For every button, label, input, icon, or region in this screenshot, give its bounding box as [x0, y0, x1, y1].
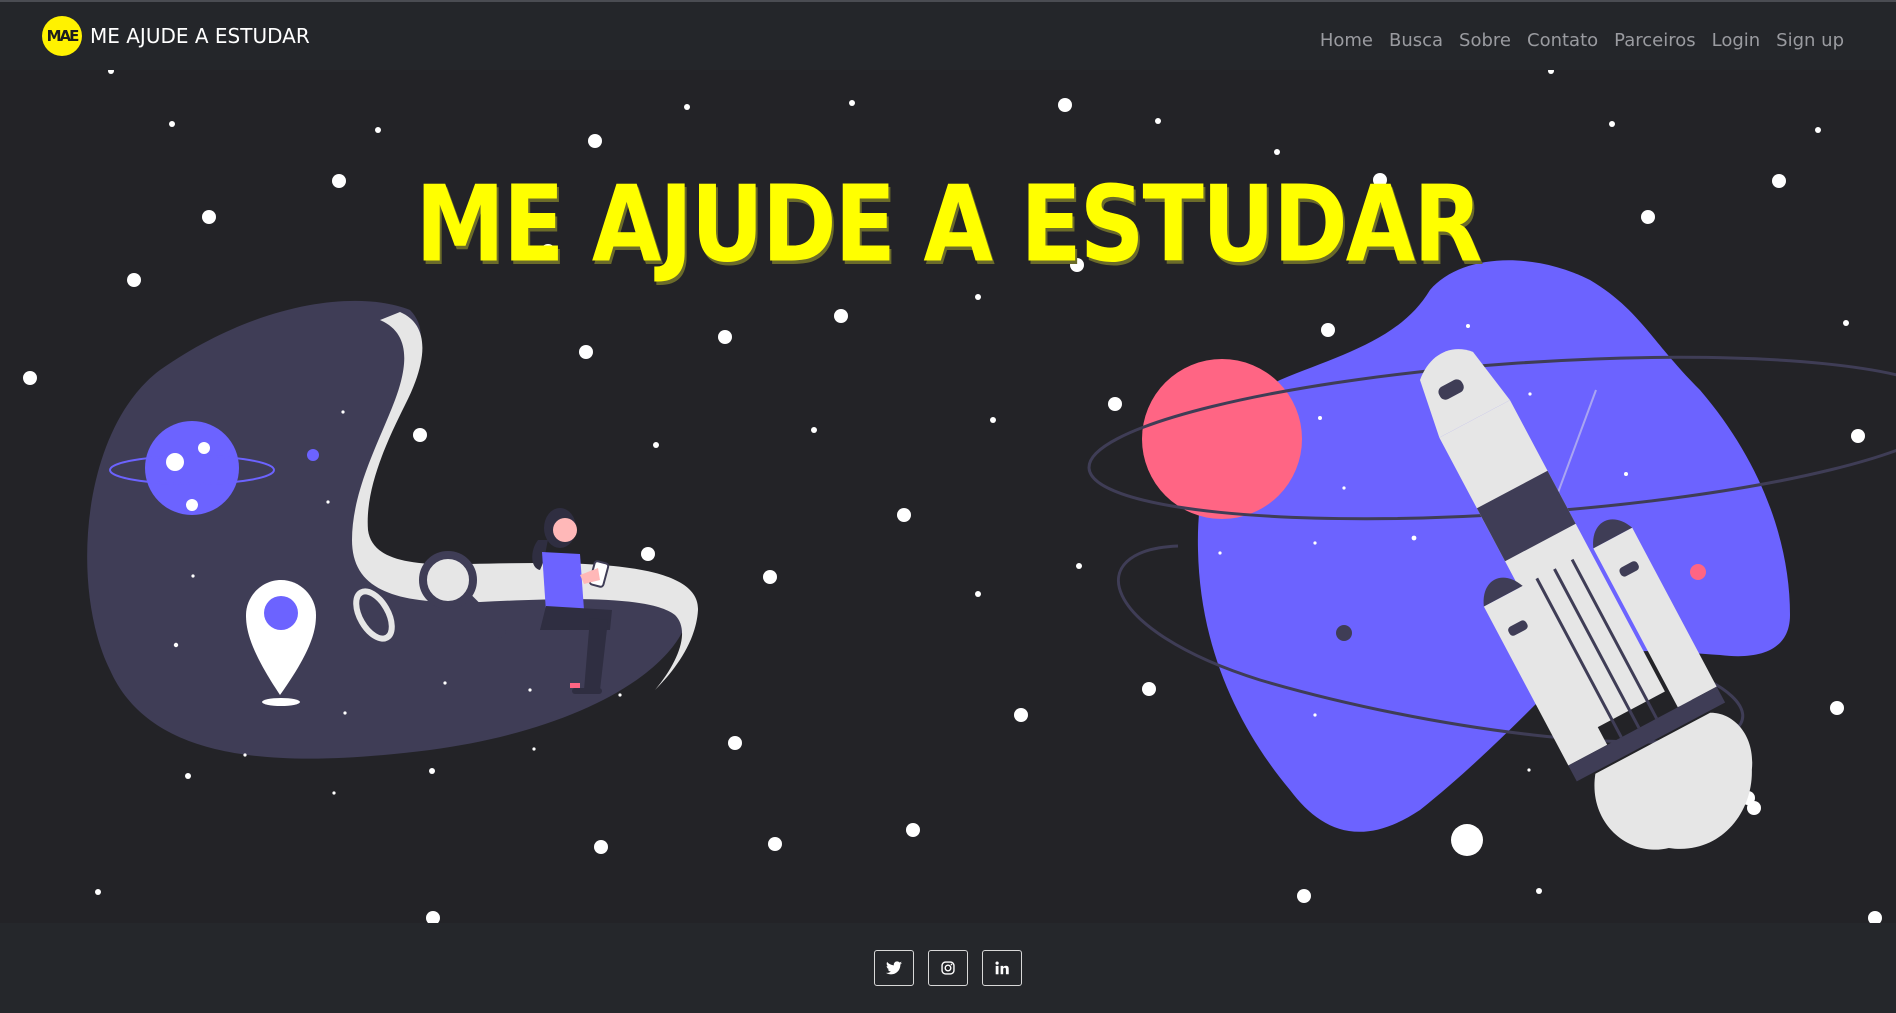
instagram-button[interactable]	[928, 950, 968, 986]
nav-login[interactable]: Login	[1712, 30, 1761, 51]
hero-title: ME AJUDE A ESTUDAR	[415, 163, 1482, 286]
footer	[0, 923, 1896, 1013]
nav-menu: Home Busca Sobre Contato Parceiros Login…	[1320, 30, 1844, 51]
linkedin-icon	[995, 961, 1009, 975]
brand-link[interactable]: MAE ME AJUDE A ESTUDAR	[42, 16, 310, 56]
hero-section: ME AJUDE A ESTUDAR	[0, 70, 1896, 923]
twitter-button[interactable]	[874, 950, 914, 986]
nav-contato[interactable]: Contato	[1527, 30, 1598, 51]
nav-sobre[interactable]: Sobre	[1459, 30, 1511, 51]
nav-home[interactable]: Home	[1320, 30, 1373, 51]
pink-planet	[1142, 359, 1302, 519]
linkedin-button[interactable]	[982, 950, 1022, 986]
twitter-icon	[886, 961, 902, 975]
nav-signup[interactable]: Sign up	[1776, 30, 1844, 51]
left-space-scene	[87, 300, 699, 795]
brand-logo: MAE	[42, 16, 82, 56]
brand-name: ME AJUDE A ESTUDAR	[90, 24, 310, 48]
nav-busca[interactable]: Busca	[1389, 30, 1443, 51]
nav-parceiros[interactable]: Parceiros	[1614, 30, 1695, 51]
instagram-icon	[941, 961, 955, 975]
right-space-scene	[1087, 260, 1896, 856]
navbar: MAE ME AJUDE A ESTUDAR Home Busca Sobre …	[0, 2, 1896, 70]
